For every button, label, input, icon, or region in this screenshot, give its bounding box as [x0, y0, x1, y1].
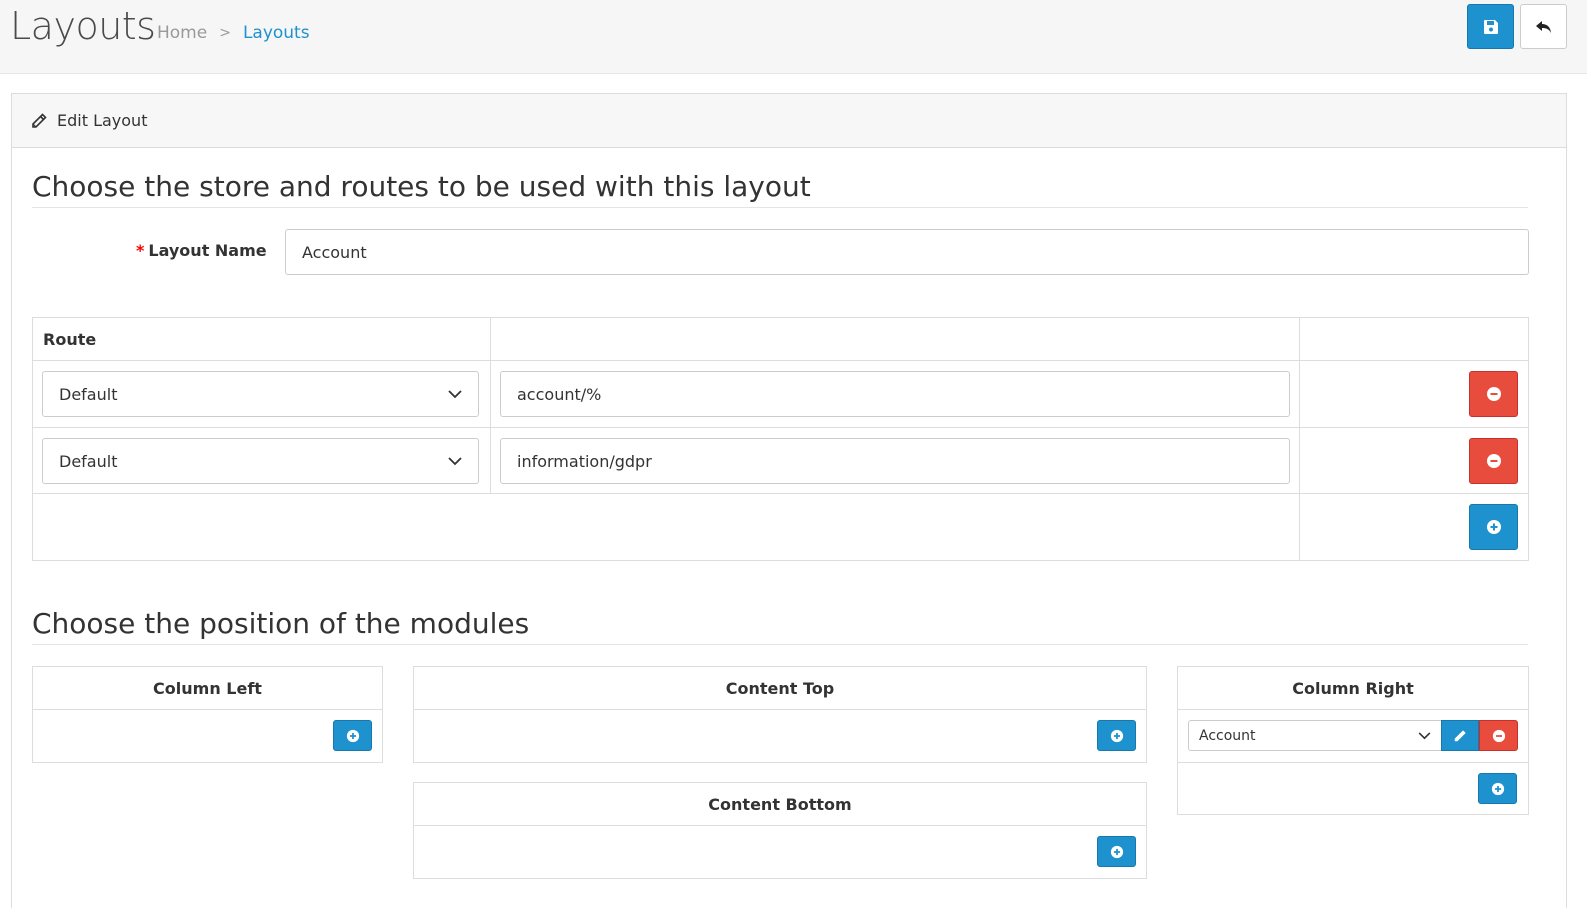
table-divider	[33, 427, 1528, 428]
chevron-down-icon	[448, 456, 462, 465]
reply-arrow-icon	[1535, 20, 1551, 33]
module-select[interactable]: Account	[1188, 720, 1442, 751]
route-table: Route Default account/% Default informat…	[32, 317, 1529, 561]
chevron-down-icon	[448, 389, 462, 398]
panel-heading-label: Edit Layout	[57, 111, 148, 130]
route-input-value: account/%	[517, 384, 602, 404]
plus-circle-icon	[1110, 729, 1123, 742]
route-input-value: information/gdpr	[517, 451, 652, 471]
content-bottom-header: Content Bottom	[414, 783, 1146, 826]
column-right-header: Column Right	[1178, 667, 1528, 710]
breadcrumb: Home > Layouts	[157, 23, 310, 43]
modules-section-title: Choose the position of the modules	[32, 607, 1528, 645]
add-module-button[interactable]	[1478, 773, 1517, 804]
remove-module-button[interactable]	[1479, 720, 1518, 751]
route-column-header: Route	[43, 330, 97, 349]
routes-section-title: Choose the store and routes to be used w…	[32, 170, 1528, 208]
column-left-header: Column Left	[33, 667, 382, 710]
plus-circle-icon	[1491, 782, 1504, 795]
store-select-value: Default	[59, 384, 118, 404]
floppy-disk-icon	[1483, 19, 1498, 34]
panel-heading: Edit Layout	[12, 94, 1566, 148]
chevron-down-icon	[1418, 731, 1431, 739]
column-right-module-row: Account	[1178, 710, 1528, 762]
column-right-box: Column Right Account	[1177, 666, 1529, 815]
layout-name-value: Account	[302, 242, 367, 262]
back-button[interactable]	[1520, 4, 1567, 49]
content-top-add-row	[414, 710, 1146, 762]
remove-route-button[interactable]	[1469, 438, 1518, 484]
table-divider	[33, 360, 1528, 361]
module-select-value: Account	[1199, 727, 1256, 744]
pencil-icon	[1454, 729, 1466, 741]
pencil-icon	[32, 112, 47, 128]
store-select[interactable]: Default	[42, 438, 479, 484]
minus-circle-icon	[1492, 729, 1505, 742]
content-bottom-box: Content Bottom	[413, 782, 1147, 879]
breadcrumb-home[interactable]: Home	[157, 23, 207, 43]
edit-module-button[interactable]	[1441, 720, 1479, 751]
add-module-button[interactable]	[1097, 720, 1136, 751]
store-select-value: Default	[59, 451, 118, 471]
table-divider	[33, 493, 1528, 494]
breadcrumb-separator: >	[219, 25, 231, 41]
route-input[interactable]: account/%	[500, 371, 1290, 417]
plus-circle-icon	[1486, 520, 1501, 534]
table-divider	[490, 318, 491, 493]
remove-route-button[interactable]	[1469, 371, 1518, 417]
add-module-button[interactable]	[1097, 836, 1136, 867]
add-route-button[interactable]	[1469, 504, 1518, 550]
column-left-box: Column Left	[32, 666, 383, 763]
plus-circle-icon	[346, 729, 359, 742]
minus-circle-icon	[1486, 454, 1501, 468]
page-header: Layouts Home > Layouts	[0, 0, 1587, 74]
store-select[interactable]: Default	[42, 371, 479, 417]
content-bottom-add-row	[414, 826, 1146, 878]
route-input[interactable]: information/gdpr	[500, 438, 1290, 484]
breadcrumb-current[interactable]: Layouts	[243, 23, 310, 43]
minus-circle-icon	[1486, 387, 1501, 401]
layout-name-label-text: Layout Name	[148, 241, 267, 260]
add-module-button[interactable]	[333, 720, 372, 751]
table-divider	[1299, 318, 1300, 560]
plus-circle-icon	[1110, 845, 1123, 858]
save-button[interactable]	[1467, 4, 1514, 49]
layout-name-label: * Layout Name	[136, 241, 267, 260]
page-title: Layouts	[10, 4, 156, 48]
content-top-box: Content Top	[413, 666, 1147, 763]
column-left-add-row	[33, 710, 382, 762]
layout-name-input[interactable]: Account	[285, 229, 1529, 275]
required-mark: *	[136, 241, 145, 260]
edit-layout-panel: Edit Layout Choose the store and routes …	[11, 93, 1567, 908]
column-right-add-row	[1178, 762, 1528, 814]
content-top-header: Content Top	[414, 667, 1146, 710]
